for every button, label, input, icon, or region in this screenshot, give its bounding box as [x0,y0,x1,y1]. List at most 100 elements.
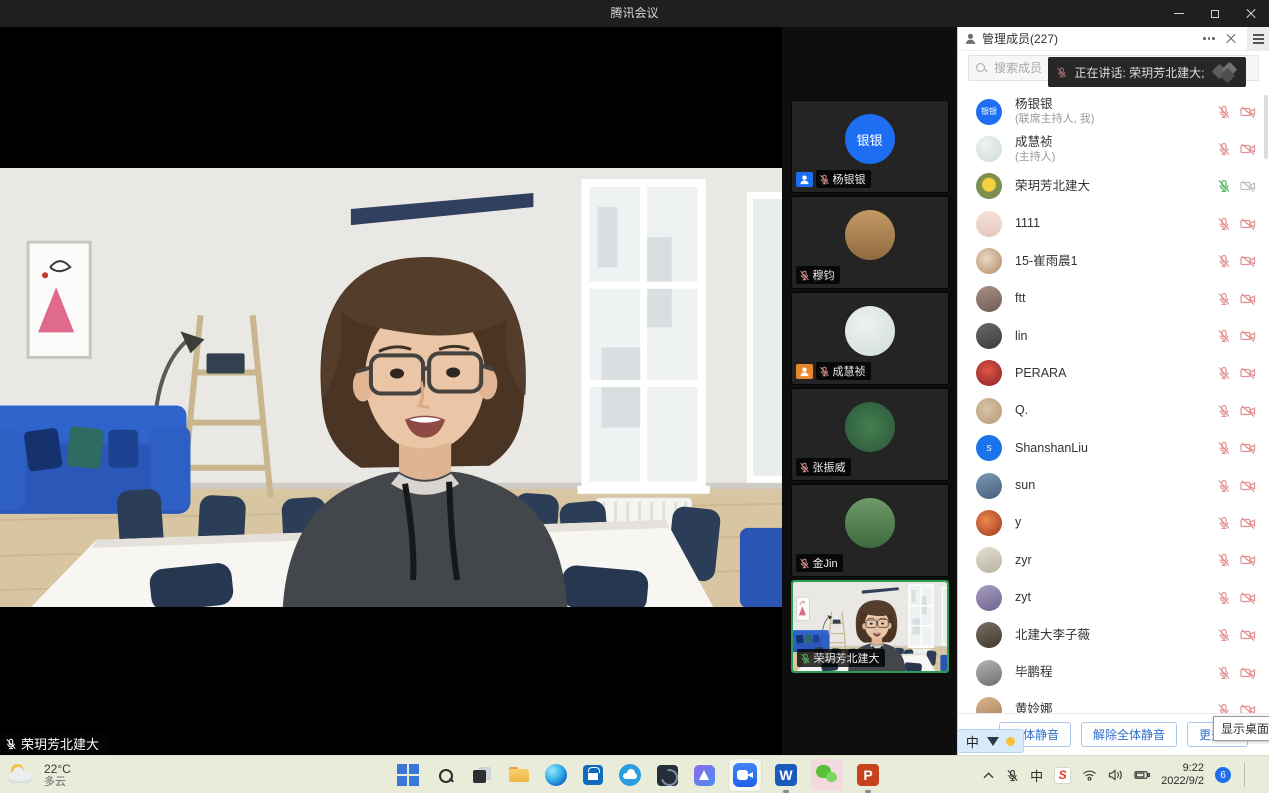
show-desktop-button[interactable] [1256,756,1261,793]
close-button[interactable] [1233,0,1269,27]
mic-icon[interactable] [1217,628,1231,642]
member-avatar [976,622,1002,648]
mic-icon[interactable] [1217,441,1231,455]
start-button[interactable] [396,763,420,787]
member-row[interactable]: zyt [958,579,1269,616]
wechat-icon [816,765,838,785]
mic-icon [5,738,17,750]
video-thumbnail[interactable]: 金Jin [791,484,949,577]
edge-button[interactable] [544,763,568,787]
ime-toolbar[interactable]: 中 [957,729,1024,753]
swirl-app-button[interactable] [655,763,679,787]
scrollbar[interactable] [1264,95,1268,159]
powerpoint-button[interactable]: P [856,763,880,787]
word-button[interactable]: W [774,763,798,787]
close-panel-icon[interactable] [1225,33,1237,45]
mic-icon[interactable] [1217,479,1231,493]
member-row[interactable]: PERARA [958,355,1269,392]
tray-mic-icon[interactable] [1006,769,1019,782]
mic-icon[interactable] [1217,366,1231,380]
member-row[interactable]: sun [958,467,1269,504]
mic-icon[interactable] [1217,142,1231,156]
mic-icon[interactable] [1217,666,1231,680]
camera-icon[interactable] [1240,217,1256,231]
camera-icon[interactable] [1240,292,1256,306]
camera-icon[interactable] [1240,179,1256,193]
member-row[interactable]: 1111 [958,205,1269,242]
panel-menu-icon[interactable] [1247,27,1269,51]
more-options-icon[interactable] [1201,31,1217,47]
camera-icon[interactable] [1240,628,1256,642]
mic-icon[interactable] [1217,404,1231,418]
member-row[interactable]: S ShanshanLiu [958,430,1269,467]
mic-icon[interactable] [1217,591,1231,605]
camera-icon[interactable] [1240,703,1256,713]
battery-icon[interactable] [1134,769,1150,781]
member-row[interactable]: 黄姈娜 [958,691,1269,713]
unmute-all-button[interactable]: 解除全体静音 [1081,722,1177,747]
task-view-button[interactable] [470,763,494,787]
ime-emoji-icon[interactable] [1006,737,1015,746]
mic-icon [1056,66,1067,79]
member-row[interactable]: y [958,504,1269,541]
member-row[interactable]: lin [958,317,1269,354]
mic-icon[interactable] [1217,329,1231,343]
camera-icon[interactable] [1240,479,1256,493]
member-row[interactable]: 毕鹏程 [958,654,1269,691]
file-explorer-button[interactable] [507,763,531,787]
member-avatar: 银银 [976,99,1002,125]
notification-badge[interactable]: 6 [1215,767,1231,783]
camera-icon[interactable] [1240,366,1256,380]
triangle-app-button[interactable] [692,763,716,787]
sogou-ime-icon[interactable]: S [1054,767,1071,784]
video-thumbnail[interactable]: 银银 杨银银 [791,100,949,193]
camera-icon[interactable] [1240,441,1256,455]
mic-icon[interactable] [1217,254,1231,268]
member-row[interactable]: zyr [958,542,1269,579]
member-row[interactable]: Q. [958,392,1269,429]
wifi-icon[interactable] [1082,769,1097,781]
video-thumbnail[interactable]: 张振威 [791,388,949,481]
mic-icon[interactable] [1217,516,1231,530]
ime-mode-indicator[interactable]: 中 [966,732,979,751]
mic-icon[interactable] [1217,105,1231,119]
mic-icon[interactable] [1217,292,1231,306]
title-bar[interactable]: 腾讯会议 [0,0,1269,27]
mic-icon[interactable] [1217,553,1231,567]
camera-icon[interactable] [1240,666,1256,680]
clock[interactable]: 9:22 2022/9/2 [1161,762,1204,788]
member-row[interactable]: ftt [958,280,1269,317]
mic-icon[interactable] [1217,179,1231,193]
cloud-app-button[interactable] [618,763,642,787]
minimize-button[interactable] [1161,0,1197,27]
camera-icon[interactable] [1240,553,1256,567]
camera-icon[interactable] [1240,404,1256,418]
weather-widget[interactable]: 22°C 多云 [8,758,71,792]
member-row[interactable]: 15-崔雨晨1 [958,243,1269,280]
volume-icon[interactable] [1108,769,1123,781]
video-thumbnail[interactable]: 穆钧 [791,196,949,289]
camera-icon[interactable] [1240,516,1256,530]
video-thumbnail[interactable]: 成慧祯 [791,292,949,385]
member-row[interactable]: 北建大李子薇 [958,616,1269,653]
member-row[interactable]: 银银 杨银银 (联席主持人, 我) [958,93,1269,130]
taskbar-search-button[interactable] [433,763,457,787]
camera-icon[interactable] [1240,329,1256,343]
camera-icon[interactable] [1240,105,1256,119]
store-icon [583,765,603,785]
camera-icon[interactable] [1240,254,1256,268]
tray-chevron-up-icon[interactable] [982,771,995,780]
mic-icon[interactable] [1217,217,1231,231]
member-row[interactable]: 成慧祯 (主持人) [958,130,1269,167]
video-thumbnail[interactable]: 荣玥芳北建大 [791,580,949,673]
tencent-meeting-button[interactable] [729,759,761,791]
member-row[interactable]: 荣玥芳北建大 [958,168,1269,205]
camera-icon[interactable] [1240,142,1256,156]
tray-ime-indicator[interactable]: 中 [1030,766,1043,785]
mic-icon[interactable] [1217,703,1231,713]
microsoft-store-button[interactable] [581,763,605,787]
restore-button[interactable] [1197,0,1233,27]
camera-icon[interactable] [1240,591,1256,605]
ime-skin-icon[interactable] [987,737,999,746]
wechat-button[interactable] [811,759,843,791]
